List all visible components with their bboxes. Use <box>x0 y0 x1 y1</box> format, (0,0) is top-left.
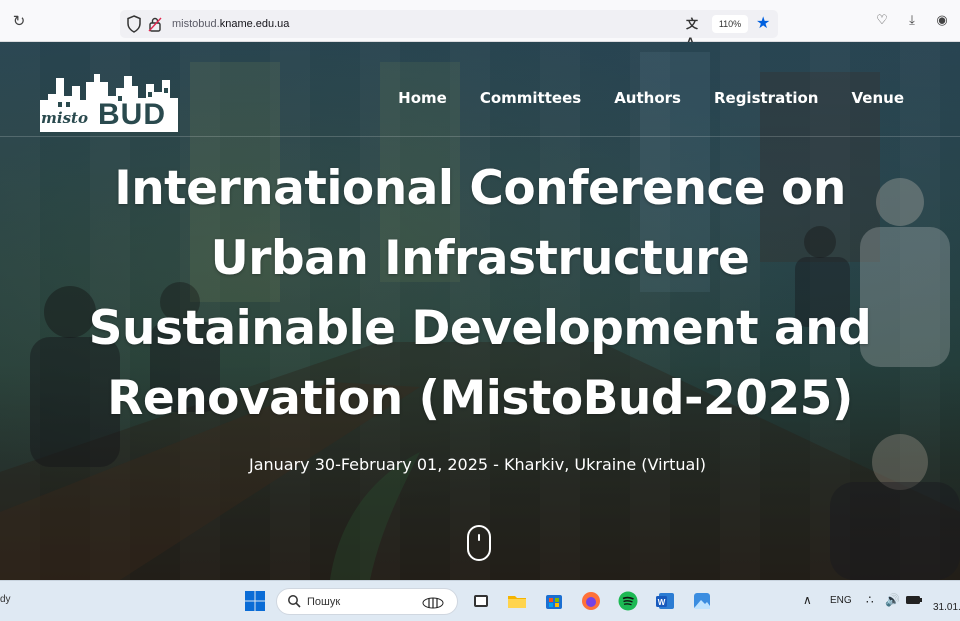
title-line-1: International Conference on <box>114 161 846 216</box>
hero-section: misto BUD Home Committees Authors Regist… <box>0 42 960 580</box>
browser-toolbar: ↻ mistobud.kname.edu.ua 文A 110% ★ ♡ ⤓ ◉ <box>0 0 960 49</box>
windows-taskbar: dy Пошук W ∧ ENG ∴ 🔊 31.01. <box>0 580 960 621</box>
clock-date-text[interactable]: 31.01. <box>933 601 960 615</box>
main-navigation: Home Committees Authors Registration Ven… <box>398 86 904 110</box>
conference-dates-location: January 30-February 01, 2025 - Kharkiv, … <box>248 455 707 474</box>
nav-venue[interactable]: Venue <box>852 86 905 110</box>
logo-bold-text: BUD <box>98 98 166 131</box>
insecure-lock-icon[interactable] <box>148 16 162 32</box>
address-bar[interactable]: mistobud.kname.edu.ua 文A 110% ★ <box>120 10 778 49</box>
url-text[interactable]: mistobud.kname.edu.ua <box>172 16 289 32</box>
windows-start-icon[interactable] <box>244 590 266 612</box>
header-divider <box>0 136 960 137</box>
nav-committees[interactable]: Committees <box>480 86 581 110</box>
url-domain: kname.edu.ua <box>219 18 290 30</box>
downloads-icon[interactable]: ⤓ <box>904 12 920 30</box>
microsoft-store-icon[interactable] <box>543 590 565 612</box>
taskbar-search-box[interactable]: Пошук <box>276 588 458 615</box>
task-view-icon[interactable] <box>470 590 492 612</box>
search-highlight-zebra-icon <box>422 597 444 609</box>
battery-icon[interactable] <box>905 593 923 607</box>
scroll-down-mouse-icon[interactable] <box>467 525 491 561</box>
file-explorer-icon[interactable] <box>506 590 528 612</box>
photos-app-icon[interactable] <box>691 590 713 612</box>
url-prefix: mistobud. <box>172 18 220 30</box>
microsoft-word-icon[interactable]: W <box>654 590 676 612</box>
mistobud-logo[interactable]: misto BUD <box>38 66 180 134</box>
search-placeholder: Пошук <box>307 596 341 608</box>
nav-home[interactable]: Home <box>398 86 447 110</box>
taskbar-left-status-text: dy <box>0 594 11 605</box>
spotify-icon[interactable] <box>617 590 639 612</box>
translate-icon[interactable]: 文A <box>686 15 704 49</box>
input-language-indicator[interactable]: ENG <box>830 594 852 608</box>
logo-script-text: misto <box>41 109 88 127</box>
pocket-icon[interactable]: ♡ <box>874 12 890 30</box>
search-icon <box>288 595 301 608</box>
conference-title: International Conference on Urban Infras… <box>30 154 930 434</box>
firefox-icon[interactable] <box>580 590 602 612</box>
reload-icon[interactable]: ↻ <box>10 12 28 30</box>
bookmark-star-icon[interactable]: ★ <box>756 14 774 32</box>
show-hidden-icons-chevron-icon[interactable]: ∧ <box>803 593 812 607</box>
zoom-level-badge[interactable]: 110% <box>712 15 748 33</box>
title-line-2: Urban Infrastructure <box>210 231 750 286</box>
title-line-4: Renovation (MistoBud-2025) <box>107 371 853 426</box>
tracking-protection-shield-icon[interactable] <box>126 15 142 33</box>
nav-registration[interactable]: Registration <box>714 86 819 110</box>
wifi-icon[interactable]: ∴ <box>866 593 874 607</box>
nav-authors[interactable]: Authors <box>614 86 681 110</box>
account-icon[interactable]: ◉ <box>934 12 950 30</box>
title-line-3: Sustainable Development and <box>88 301 872 356</box>
volume-icon[interactable]: 🔊 <box>885 593 900 607</box>
svg-text:W: W <box>658 598 666 607</box>
toolbar-right-icons: ♡ ⤓ ◉ <box>874 12 950 30</box>
